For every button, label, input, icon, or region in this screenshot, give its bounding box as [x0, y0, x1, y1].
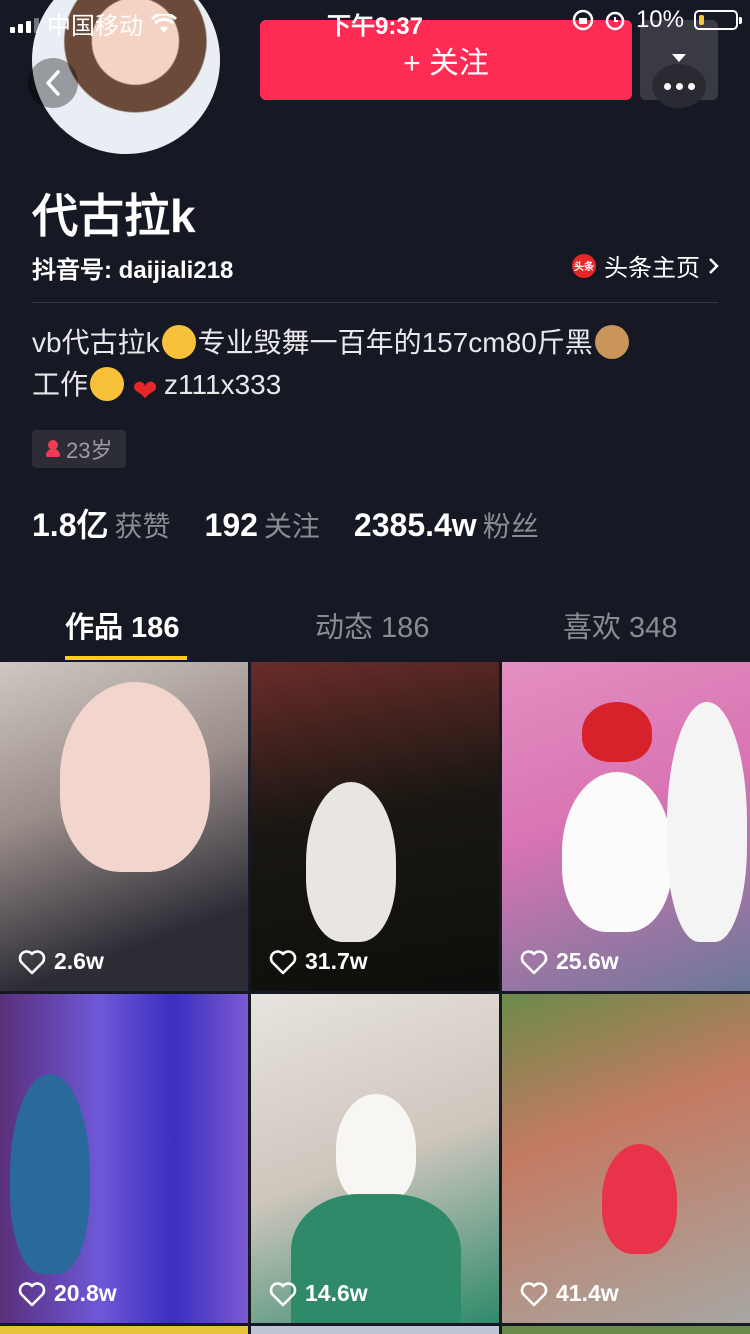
heart-icon: [269, 1281, 297, 1307]
like-count-text: 25.6w: [556, 948, 619, 974]
bio: vb代古拉k 专业毁舞一百年的157cm80斤黑 工作 ❤ z111x333: [32, 322, 718, 409]
active-tab-indicator: [65, 656, 187, 660]
chevron-left-icon: [46, 70, 60, 96]
divider: [32, 302, 718, 303]
profile-name: 代古拉k: [32, 190, 196, 242]
chevron-right-icon: [709, 257, 719, 274]
laughing-emoji-icon: [161, 325, 196, 359]
battery-icon: [694, 10, 742, 30]
content-tabs: 作品 186 动态 186 喜欢 348: [0, 600, 750, 662]
heart-icon: [520, 1281, 548, 1307]
video-thumbnail[interactable]: 25.6w: [502, 662, 750, 991]
bio-text-2: 专业毁舞一百年的157cm80斤黑: [197, 327, 593, 358]
video-thumbnail[interactable]: 2.6w: [0, 662, 248, 991]
stat-followers-label: 粉丝: [482, 511, 539, 542]
smile-emoji-icon: [90, 367, 125, 401]
orientation-lock-icon: [572, 9, 594, 31]
age-label: 23岁: [66, 438, 113, 463]
stat-followers[interactable]: 2385.4w 粉丝: [354, 505, 539, 545]
heart-icon: [520, 949, 548, 975]
more-dots-icon: [652, 64, 706, 108]
video-thumbnail[interactable]: 20.8w: [0, 994, 248, 1323]
stat-likes-number: 1.8亿: [32, 507, 109, 543]
female-icon: [46, 440, 60, 458]
like-count: 14.6w: [269, 1280, 368, 1307]
battery-percent: 10%: [635, 6, 684, 33]
stat-following-number: 192: [204, 507, 258, 543]
like-count-text: 14.6w: [305, 1280, 368, 1306]
stat-likes[interactable]: 1.8亿 获赞: [32, 500, 171, 546]
video-thumbnail[interactable]: 41.4w: [502, 994, 750, 1323]
toutiao-logo: 头条: [572, 253, 596, 278]
alarm-icon: [605, 11, 625, 31]
bio-text-3: 工作: [32, 369, 89, 400]
like-count: 2.6w: [18, 948, 104, 975]
stats-row: 1.8亿 获赞 192 关注 2385.4w 粉丝: [32, 500, 539, 546]
like-count: 31.7w: [269, 948, 368, 975]
heart-icon: [18, 949, 46, 975]
video-thumbnail-partial[interactable]: [502, 1326, 750, 1334]
tab-works[interactable]: 作品 186: [65, 604, 179, 646]
back-button[interactable]: [28, 58, 78, 108]
heart-emoji-icon: ❤: [132, 375, 158, 408]
like-count: 20.8w: [18, 1280, 117, 1307]
like-count-text: 31.7w: [305, 948, 368, 974]
video-thumbnail-partial[interactable]: [251, 1326, 499, 1334]
tab-moments[interactable]: 动态 186: [315, 604, 429, 646]
toutiao-label: 头条主页: [604, 255, 700, 282]
tab-liked[interactable]: 喜欢 348: [563, 604, 677, 646]
like-count-text: 20.8w: [54, 1280, 117, 1306]
bio-text-1: vb代古拉k: [32, 327, 160, 358]
stat-followers-number: 2385.4w: [353, 507, 477, 543]
stat-likes-label: 获赞: [114, 511, 171, 542]
toutiao-homepage-link[interactable]: 头条 头条主页: [572, 248, 720, 283]
heart-icon: [269, 949, 297, 975]
like-count-text: 41.4w: [556, 1280, 619, 1306]
monkey-emoji-icon: [594, 325, 629, 359]
bio-text-4: z111x333: [164, 369, 282, 400]
stat-following[interactable]: 192 关注: [205, 505, 320, 545]
follow-button-label: + 关注: [403, 47, 489, 80]
like-count: 41.4w: [520, 1280, 619, 1307]
like-count-text: 2.6w: [54, 948, 104, 974]
heart-icon: [18, 1281, 46, 1307]
status-bar: 中国移动 下午9:37 10%: [0, 0, 750, 40]
like-count: 25.6w: [520, 948, 619, 975]
age-tag: 23岁: [32, 430, 127, 468]
video-thumbnail[interactable]: 31.7w: [251, 662, 499, 991]
video-thumbnail[interactable]: 14.6w: [251, 994, 499, 1323]
douyin-id: 抖音号: daijiali218: [32, 257, 234, 284]
dropdown-triangle-icon: [672, 54, 686, 62]
stat-following-label: 关注: [263, 511, 320, 542]
video-thumbnail-partial[interactable]: [0, 1326, 248, 1334]
